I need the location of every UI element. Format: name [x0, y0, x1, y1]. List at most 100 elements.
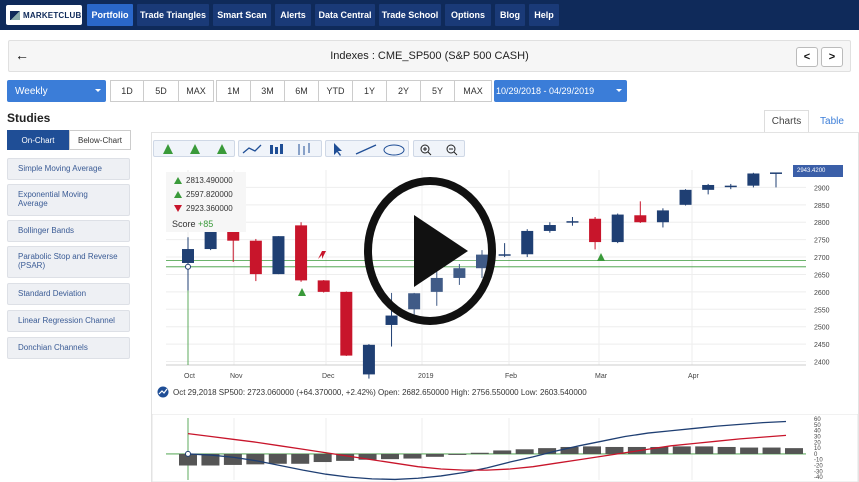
candle	[634, 215, 647, 223]
chart-type-icons[interactable]	[239, 141, 323, 158]
nav-portfolio[interactable]: Portfolio	[87, 4, 133, 26]
histogram-bar	[583, 446, 601, 454]
candle	[295, 225, 308, 281]
date-range-value: 10/29/2018 - 04/29/2019	[496, 86, 595, 96]
candle	[498, 254, 511, 256]
tab-on-chart[interactable]: On-Chart	[7, 130, 69, 150]
period-select[interactable]: Weekly	[7, 80, 106, 102]
x-tick-label: Oct	[184, 373, 195, 380]
x-tick-label: Feb	[505, 373, 517, 380]
y-tick-label: 2500	[814, 325, 830, 332]
pointer-icon	[334, 143, 342, 156]
candle	[611, 214, 624, 243]
histogram-bar	[291, 453, 310, 464]
candle	[702, 184, 715, 190]
study-stddev[interactable]: Standard Deviation	[7, 283, 130, 305]
y-tick-label: 2900	[814, 185, 830, 192]
ohlc-info-line: Oct 29,2018 SP500: 2723.060000 (+64.3700…	[157, 386, 587, 398]
y-tick-label: 2600	[814, 290, 830, 297]
logo-mark-icon	[10, 10, 20, 20]
chevron-down-icon	[95, 89, 101, 92]
candle-chart-icon	[270, 145, 273, 154]
nav-trade-triangles[interactable]: Trade Triangles	[137, 4, 209, 26]
study-ema[interactable]: Exponential Moving Average	[7, 184, 130, 216]
candle	[272, 236, 285, 275]
candle	[340, 291, 353, 356]
candle	[724, 185, 737, 188]
series-icon	[157, 386, 169, 398]
study-bollinger[interactable]: Bollinger Bands	[7, 220, 130, 242]
histogram-bar	[313, 453, 332, 463]
histogram-bar	[268, 453, 287, 464]
marketclub-logo[interactable]: MARKETCLUB	[6, 5, 82, 25]
date-range-select[interactable]: 10/29/2018 - 04/29/2019	[494, 80, 627, 102]
zoom-icons[interactable]	[414, 141, 466, 158]
green-triangle-icon	[174, 177, 182, 184]
prev-symbol-button[interactable]: <	[796, 47, 818, 67]
trade-triangle-icons[interactable]	[154, 141, 236, 158]
candle	[543, 225, 556, 231]
range-max[interactable]: MAX	[454, 80, 492, 102]
histogram-bar	[403, 453, 422, 459]
x-tick-label: Nov	[230, 373, 243, 380]
candle	[521, 230, 534, 255]
x-tick-label: 2019	[418, 373, 434, 380]
range-1d[interactable]: 1D	[110, 80, 144, 102]
candle	[679, 189, 692, 205]
histogram-bar	[672, 446, 691, 454]
nav-smart-scan[interactable]: Smart Scan	[213, 4, 271, 26]
histogram-bar	[740, 447, 759, 454]
range-ytd[interactable]: YTD	[318, 80, 353, 102]
range-6m[interactable]: 6M	[284, 80, 319, 102]
candle	[566, 221, 579, 223]
drawing-tool-icons[interactable]	[326, 141, 410, 158]
nav-trade-school[interactable]: Trade School	[379, 4, 441, 26]
video-play-button[interactable]	[364, 177, 496, 325]
price-chart[interactable]: 2900 2850 2800 2750 2700 2650 2600 2550 2500 2450…	[152, 165, 858, 385]
tab-below-chart[interactable]: Below-Chart	[69, 130, 131, 150]
candle	[317, 280, 330, 292]
weekly-triangle-icon	[190, 144, 200, 154]
nav-blog[interactable]: Blog	[495, 4, 525, 26]
nav-alerts[interactable]: Alerts	[275, 4, 311, 26]
symbol-header: ← Indexes : CME_SP500 (S&P 500 CASH) < >	[8, 40, 851, 72]
range-1y[interactable]: 1Y	[352, 80, 387, 102]
cursor-point	[185, 450, 191, 457]
range-5d[interactable]: 5D	[143, 80, 179, 102]
next-symbol-button[interactable]: >	[821, 47, 843, 67]
range-1m[interactable]: 1M	[216, 80, 251, 102]
top-nav: MARKETCLUB Portfolio Trade Triangles Sma…	[0, 0, 859, 30]
tab-table[interactable]: Table	[812, 110, 852, 132]
sell-triangle-icon	[322, 251, 326, 259]
range-5y[interactable]: 5Y	[420, 80, 455, 102]
studies-title: Studies	[7, 111, 51, 125]
histogram-bar	[717, 446, 736, 454]
nav-help[interactable]: Help	[529, 4, 559, 26]
line-chart-icon	[242, 144, 262, 154]
candle	[249, 240, 262, 275]
histogram-bar	[381, 453, 399, 460]
y-tick-label: 2650	[814, 272, 830, 279]
indicator-chart[interactable]: 6050403020100-10-20-30-40	[152, 414, 858, 482]
tab-charts[interactable]: Charts	[764, 110, 809, 132]
fib-icon	[383, 144, 405, 156]
study-sma[interactable]: Simple Moving Average	[7, 158, 130, 180]
candle	[589, 218, 602, 243]
monthly-triangle-icon	[163, 144, 173, 154]
y-tick-label: 2850	[814, 203, 830, 210]
histogram-bar	[515, 449, 534, 454]
ohlc-text: Oct 29,2018 SP500: 2723.060000 (+64.3700…	[173, 387, 587, 397]
range-3m[interactable]: 3M	[250, 80, 285, 102]
range-max-short[interactable]: MAX	[178, 80, 214, 102]
study-donchian[interactable]: Donchian Channels	[7, 337, 130, 359]
range-2y[interactable]: 2Y	[386, 80, 421, 102]
histogram-bar	[223, 453, 242, 465]
score-value: +85	[198, 219, 214, 229]
triangle-toolbar	[153, 140, 235, 157]
x-tick-label: Mar	[595, 373, 608, 380]
histogram-bar	[448, 453, 467, 455]
nav-data-central[interactable]: Data Central	[315, 4, 375, 26]
study-psar[interactable]: Parabolic Stop and Reverse (PSAR)	[7, 246, 130, 278]
study-linreg[interactable]: Linear Regression Channel	[7, 310, 130, 332]
nav-options[interactable]: Options	[445, 4, 491, 26]
